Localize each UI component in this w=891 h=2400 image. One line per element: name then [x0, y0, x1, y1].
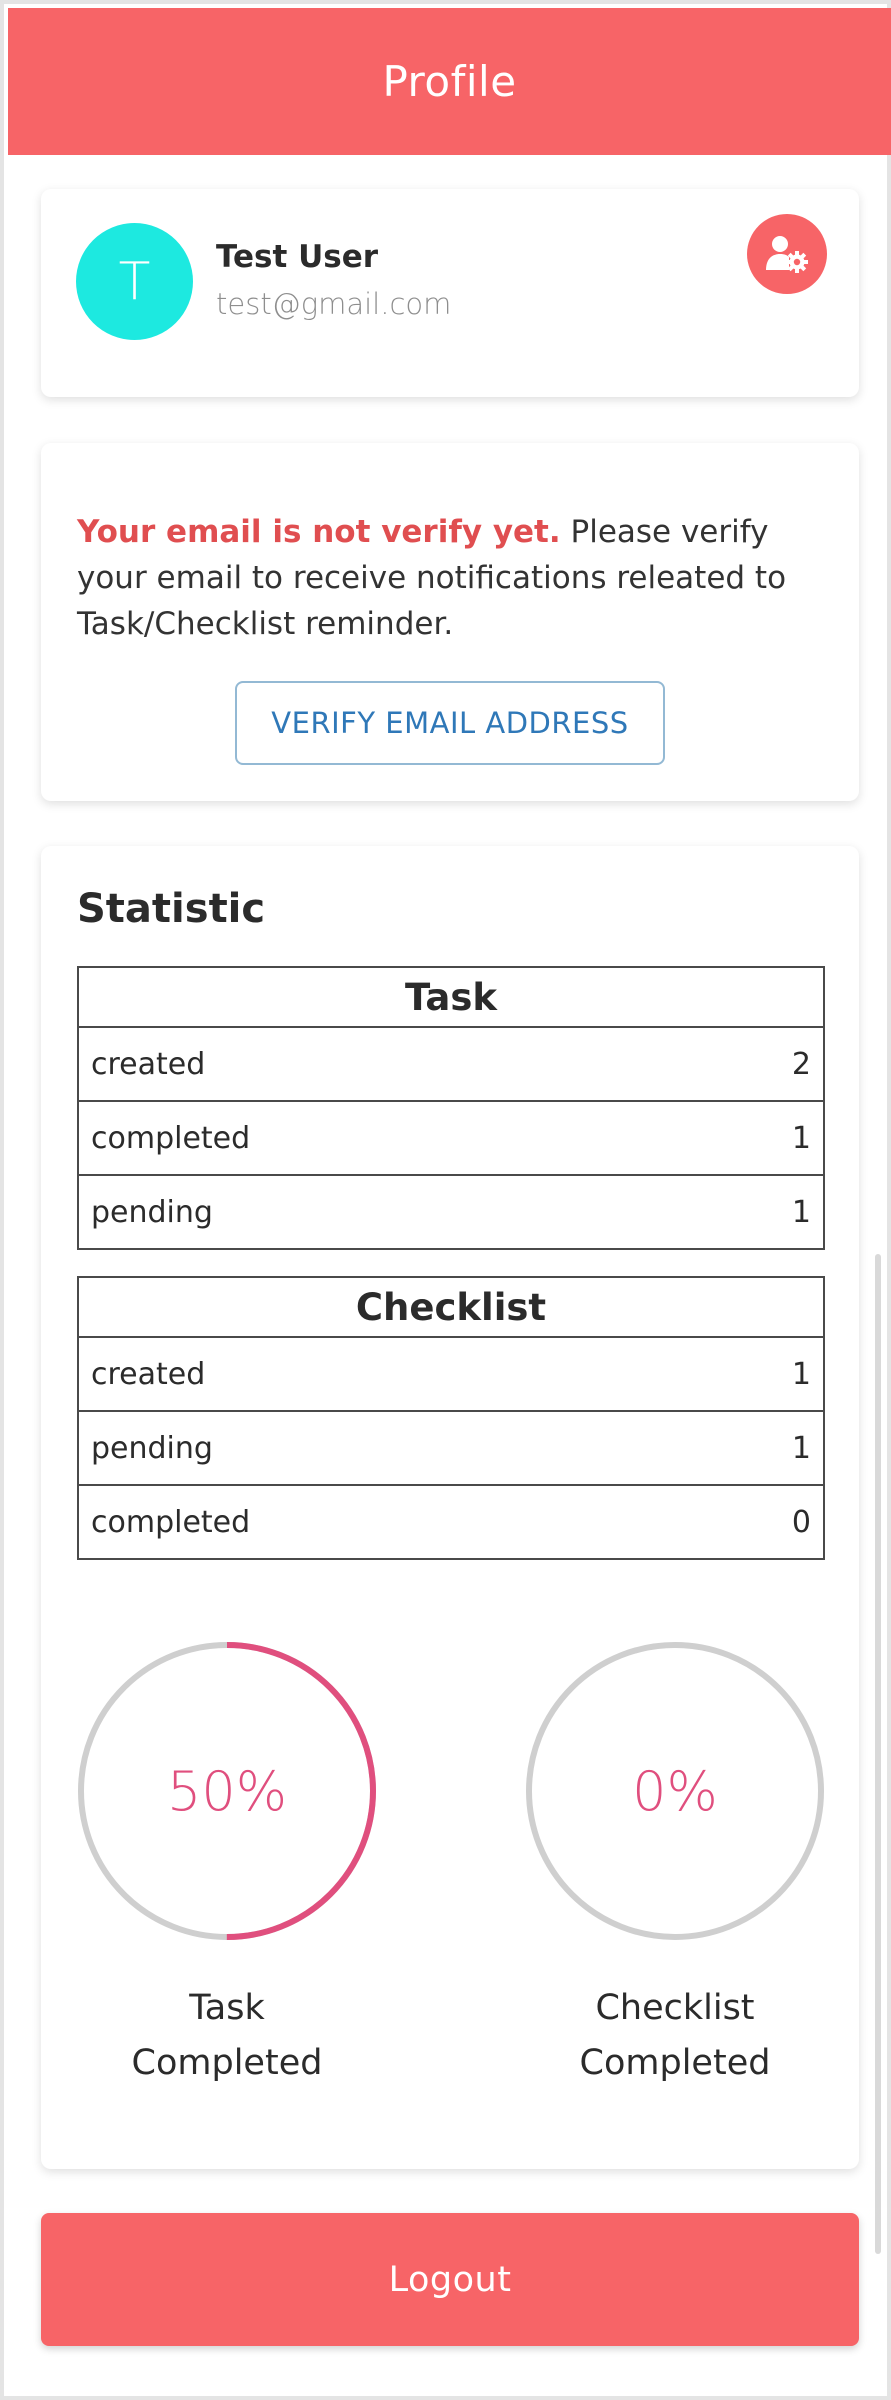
checklist-progress-gauge: 0% [525, 1641, 825, 1941]
page-title: Profile [382, 57, 517, 106]
user-settings-icon [766, 236, 808, 273]
table-header-row: Checklist [77, 1276, 825, 1338]
row-value: 0 [706, 1484, 826, 1560]
row-value: 1 [706, 1174, 826, 1250]
row-value: 1 [706, 1100, 826, 1176]
avatar-initial: T [118, 251, 151, 312]
row-value: 1 [706, 1336, 826, 1412]
task-table-header: Task [77, 966, 825, 1028]
profile-card: T Test User test@gmail.com [41, 189, 859, 397]
table-header-row: Task [77, 966, 825, 1028]
checklist-gauge-percent: 0% [632, 1759, 718, 1823]
table-row: created 2 [77, 1026, 826, 1102]
profile-settings-button[interactable] [747, 214, 827, 294]
row-label: pending [77, 1174, 707, 1250]
verify-warning-text: Your email is not verify yet. [77, 514, 561, 550]
user-name: Test User [216, 239, 379, 275]
scrollbar[interactable] [875, 1254, 881, 2254]
task-gauge-label: Task Completed [77, 1981, 377, 2091]
task-stat-table: Task created 2 completed 1 pending 1 [77, 966, 826, 1250]
table-row: pending 1 [77, 1410, 826, 1486]
task-gauge-label-line2: Completed [131, 2043, 323, 2083]
checklist-table-header: Checklist [77, 1276, 825, 1338]
logout-button-label: Logout [388, 2259, 512, 2300]
task-gauge-label-line1: Task [189, 1988, 265, 2028]
checklist-gauge-label: Checklist Completed [525, 1981, 825, 2091]
row-label: created [77, 1336, 707, 1412]
statistic-card: Statistic Task created 2 completed 1 pen… [41, 846, 859, 2169]
table-row: pending 1 [77, 1174, 826, 1250]
row-label: created [77, 1026, 707, 1102]
avatar: T [76, 223, 193, 340]
checklist-gauge-label-line1: Checklist [595, 1988, 755, 2028]
checklist-stat-table: Checklist created 1 pending 1 completed … [77, 1276, 826, 1560]
verify-email-card: Your email is not verify yet. Please ver… [41, 443, 859, 801]
table-row: completed 0 [77, 1484, 826, 1560]
row-label: completed [77, 1100, 707, 1176]
row-value: 1 [706, 1410, 826, 1486]
verify-message: Your email is not verify yet. Please ver… [77, 509, 827, 647]
checklist-gauge-label-line2: Completed [579, 2043, 771, 2083]
row-value: 2 [706, 1026, 826, 1102]
verify-email-button[interactable]: VERIFY EMAIL ADDRESS [235, 681, 665, 765]
app-frame: Profile T Test User test@gmail.com Your … [0, 0, 891, 2400]
statistic-title: Statistic [77, 886, 266, 932]
app-header: Profile [8, 8, 891, 155]
table-row: completed 1 [77, 1100, 826, 1176]
user-email: test@gmail.com [216, 287, 452, 321]
logout-button[interactable]: Logout [41, 2213, 859, 2346]
row-label: completed [77, 1484, 707, 1560]
row-label: pending [77, 1410, 707, 1486]
table-row: created 1 [77, 1336, 826, 1412]
task-gauge-percent: 50% [166, 1759, 288, 1823]
task-progress-gauge: 50% [77, 1641, 377, 1941]
verify-email-button-label: VERIFY EMAIL ADDRESS [271, 706, 629, 740]
